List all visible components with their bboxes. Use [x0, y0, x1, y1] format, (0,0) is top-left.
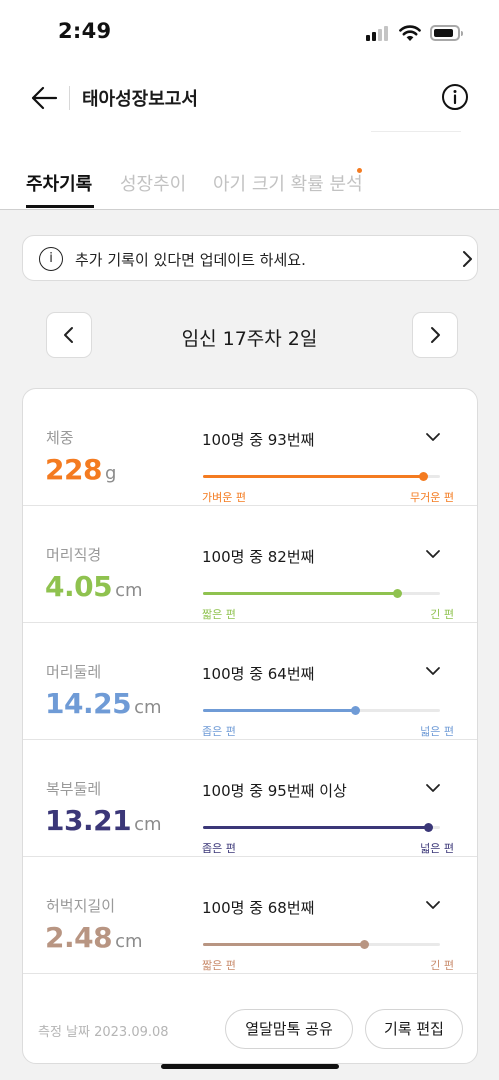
- metric-rank: 100명 중 82번째: [202, 548, 315, 566]
- percentile-fill: [203, 592, 397, 595]
- chevron-right-icon: [463, 251, 472, 267]
- edit-record-button[interactable]: 기록 편집: [365, 1009, 463, 1049]
- metric-number: 13.21: [45, 804, 132, 837]
- nav-bar: 태아성장보고서: [0, 70, 499, 126]
- chevron-down-icon: [426, 433, 440, 441]
- percentile-fill: [203, 475, 423, 478]
- percentile-marker: [351, 706, 360, 715]
- metric-unit: cm: [134, 814, 162, 835]
- metric-unit: cm: [134, 697, 162, 718]
- percentile-fill: [203, 943, 364, 946]
- chevron-down-icon: [426, 784, 440, 792]
- tab-weekly-record[interactable]: 주차기록: [26, 170, 92, 196]
- week-navigator: 임신 17주차 2일: [0, 312, 499, 360]
- expand-toggle[interactable]: [421, 542, 445, 566]
- expand-toggle[interactable]: [421, 659, 445, 683]
- active-tab-indicator: [26, 205, 94, 208]
- metric-row: 머리둘레 14.25 cm 100명 중 64번째좁은 편 넓은 편: [23, 623, 477, 740]
- percentile-marker: [419, 472, 428, 481]
- back-arrow-icon: [31, 86, 58, 110]
- metric-number: 4.05: [45, 570, 113, 603]
- percentile-track: [203, 472, 440, 481]
- tab-growth-trend[interactable]: 성장추이: [120, 170, 186, 196]
- metric-value: 228 g: [45, 453, 116, 486]
- metric-value: 4.05 cm: [45, 570, 143, 603]
- percentile-fill: [203, 709, 355, 712]
- share-button[interactable]: 열달맘톡 공유: [225, 1009, 353, 1049]
- info-icon: [442, 84, 468, 110]
- scale-min-label: 짧은 편: [202, 608, 236, 621]
- metric-label: 머리직경: [46, 546, 102, 564]
- metric-number: 228: [45, 453, 102, 486]
- scale-max-label: 넓은 편: [420, 842, 454, 855]
- percentile-marker: [360, 940, 369, 949]
- battery-icon: [430, 25, 463, 41]
- metric-label: 허벅지길이: [46, 897, 116, 915]
- metric-rank: 100명 중 95번째 이상: [202, 782, 347, 800]
- metric-value: 14.25 cm: [45, 687, 162, 720]
- back-button[interactable]: [26, 80, 62, 116]
- wifi-icon: [399, 25, 421, 41]
- chevron-down-icon: [426, 901, 440, 909]
- metric-rank: 100명 중 68번째: [202, 899, 315, 917]
- metric-label: 체중: [46, 429, 74, 447]
- next-week-button[interactable]: [412, 312, 458, 358]
- scale-min-label: 가벼운 편: [202, 491, 246, 504]
- nav-divider: [69, 86, 70, 110]
- info-button[interactable]: [440, 82, 470, 112]
- expand-toggle[interactable]: [421, 425, 445, 449]
- metric-unit: cm: [115, 931, 143, 952]
- chevron-down-icon: [426, 550, 440, 558]
- metric-rank: 100명 중 93번째: [202, 431, 315, 449]
- metric-unit: cm: [115, 580, 143, 601]
- metric-number: 2.48: [45, 921, 113, 954]
- metric-row: 허벅지길이 2.48 cm 100명 중 68번째짧은 편 긴 편: [23, 857, 477, 974]
- measure-date: 측정 날짜 2023.09.08: [38, 1025, 169, 1040]
- scale-min-label: 짧은 편: [202, 959, 236, 972]
- nav-underline: [371, 131, 461, 132]
- cellular-signal-icon: [366, 25, 390, 41]
- metric-rank: 100명 중 64번째: [202, 665, 315, 683]
- scale-max-label: 무거운 편: [410, 491, 454, 504]
- percentile-track: [203, 823, 440, 832]
- percentile-fill: [203, 826, 428, 829]
- status-time: 2:49: [58, 19, 112, 43]
- update-notice-banner[interactable]: i 추가 기록이 있다면 업데이트 하세요.: [22, 235, 478, 281]
- metric-value: 2.48 cm: [45, 921, 143, 954]
- expand-toggle[interactable]: [421, 893, 445, 917]
- scale-max-label: 넓은 편: [420, 725, 454, 738]
- chevron-right-icon: [431, 327, 440, 343]
- metric-value: 13.21 cm: [45, 804, 162, 837]
- tab-size-probability[interactable]: 아기 크기 확률 분석: [213, 170, 363, 196]
- scale-max-label: 긴 편: [430, 959, 454, 972]
- metric-label: 복부둘레: [46, 780, 102, 798]
- notice-text: 추가 기록이 있다면 업데이트 하세요.: [75, 251, 306, 269]
- status-bar: 2:49: [0, 0, 499, 62]
- percentile-track: [203, 706, 440, 715]
- scale-max-label: 긴 편: [430, 608, 454, 621]
- metric-number: 14.25: [45, 687, 132, 720]
- growth-metrics-card: 체중 228 g 100명 중 93번째 가벼운 편 무거운 편 머리직경 4.05 cm 100…: [22, 388, 478, 1064]
- metric-row: 체중 228 g 100명 중 93번째가벼운 편 무거운 편: [23, 389, 477, 506]
- scale-min-label: 좁은 편: [202, 842, 236, 855]
- info-circle-icon: i: [39, 247, 63, 271]
- percentile-track: [203, 940, 440, 949]
- metric-unit: g: [104, 463, 117, 484]
- percentile-marker: [393, 589, 402, 598]
- card-footer: 측정 날짜 2023.09.08 열달맘톡 공유 기록 편집: [23, 994, 477, 1063]
- top-area: 2:49 태아성장보고서 주차기록 성장추이 아기 크기 확률 분석: [0, 0, 499, 210]
- percentile-marker: [424, 823, 433, 832]
- metric-row: 머리직경 4.05 cm 100명 중 82번째짧은 편 긴 편: [23, 506, 477, 623]
- percentile-track: [203, 589, 440, 598]
- new-badge-dot: [357, 168, 362, 173]
- scale-min-label: 좁은 편: [202, 725, 236, 738]
- chevron-down-icon: [426, 667, 440, 675]
- tab-bar: 주차기록 성장추이 아기 크기 확률 분석: [0, 160, 499, 210]
- expand-toggle[interactable]: [421, 776, 445, 800]
- metric-row: 복부둘레 13.21 cm 100명 중 95번째 이상좁은 편 넓은 편: [23, 740, 477, 857]
- metric-label: 머리둘레: [46, 663, 102, 681]
- home-indicator: [161, 1064, 339, 1069]
- page-title: 태아성장보고서: [82, 89, 198, 110]
